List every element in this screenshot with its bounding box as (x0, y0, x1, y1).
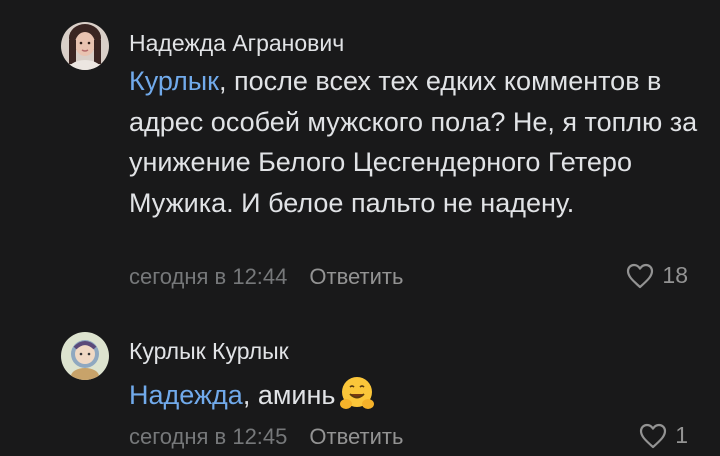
comment-item: Надежда Агранович Курлык, после всех тех… (0, 0, 720, 300)
comment-text: Курлык, после всех тех едких комментов в… (129, 61, 699, 223)
like-count: 1 (675, 422, 688, 448)
reply-button[interactable]: Ответить (309, 424, 403, 449)
mention-link[interactable]: Надежда (129, 380, 243, 410)
comment-body: , аминь (242, 380, 336, 410)
comment-meta: сегодня в 12:44 Ответить (129, 264, 403, 290)
reply-button[interactable]: Ответить (309, 264, 403, 289)
like-button[interactable]: 1 (639, 422, 688, 449)
comment-meta: сегодня в 12:45 Ответить (129, 424, 403, 450)
user-avatar-photo-icon (61, 22, 109, 70)
hugging-face-emoji-icon (340, 377, 375, 409)
mention-link[interactable]: Курлык (129, 66, 219, 96)
heart-icon (627, 263, 654, 288)
avatar[interactable] (61, 332, 109, 380)
like-count: 18 (662, 262, 688, 288)
comment-text: Надежда, аминь (129, 374, 699, 416)
user-avatar-photo-icon (61, 332, 109, 380)
heart-icon (640, 423, 667, 448)
comment-author[interactable]: Курлык Курлык (129, 338, 289, 365)
like-button[interactable]: 18 (626, 262, 688, 289)
avatar[interactable] (61, 22, 109, 70)
comment-author[interactable]: Надежда Агранович (129, 30, 344, 57)
comment-timestamp: сегодня в 12:44 (129, 264, 288, 289)
comment-timestamp: сегодня в 12:45 (129, 424, 288, 449)
comment-item: Курлык Курлык Надежда, аминь сегодня в 1… (0, 300, 720, 456)
